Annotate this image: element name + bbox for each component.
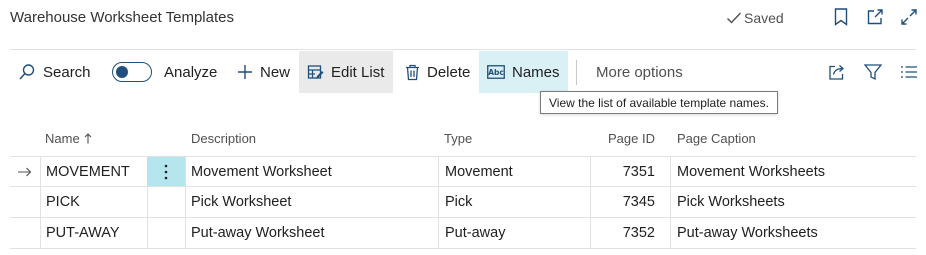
cell-description[interactable]: Movement Worksheet [191, 157, 332, 186]
cell-page-caption[interactable]: Movement Worksheets [677, 157, 825, 186]
edit-list-label: Edit List [331, 63, 385, 81]
table-row[interactable]: PICK Pick Worksheet Pick 7345 Pick Works… [10, 187, 916, 218]
cell-name[interactable]: MOVEMENT [46, 157, 130, 186]
column-name-label: Name [45, 131, 80, 146]
bookmark-icon[interactable] [832, 7, 850, 27]
table-row[interactable]: PUT-AWAY Put-away Worksheet Put-away 735… [10, 218, 916, 249]
edit-list-icon [307, 64, 324, 79]
cell-name[interactable]: PICK [46, 187, 80, 217]
row-actions-button[interactable] [147, 157, 185, 186]
names-button[interactable]: Abc Names [479, 51, 568, 93]
cell-page-caption[interactable]: Pick Worksheets [677, 187, 785, 217]
open-in-new-window-icon[interactable] [866, 7, 884, 27]
new-label: New [260, 63, 291, 81]
analyze-label: Analyze [164, 63, 218, 81]
analyze-toggle[interactable]: Analyze [104, 51, 225, 93]
saved-status: Saved [726, 10, 784, 26]
cell-page-id[interactable]: 7352 [590, 218, 655, 248]
column-header-type[interactable]: Type [444, 131, 472, 146]
cell-page-caption[interactable]: Put-away Worksheets [677, 218, 818, 248]
checkmark-icon [727, 12, 742, 24]
expand-icon[interactable] [900, 7, 918, 27]
more-options-button[interactable]: More options [588, 51, 691, 93]
saved-label: Saved [744, 10, 784, 26]
column-header-description[interactable]: Description [191, 131, 256, 146]
table-row[interactable]: MOVEMENT Movement Worksheet Movement 735… [10, 156, 916, 187]
new-button[interactable]: New [229, 51, 298, 93]
column-header-name[interactable]: Name [45, 131, 92, 146]
delete-button[interactable]: Delete [397, 51, 478, 93]
more-options-label: More options [596, 63, 683, 81]
arrow-right-icon [18, 167, 32, 176]
trash-icon [406, 64, 419, 80]
list-view-icon[interactable] [900, 63, 918, 81]
cell-description[interactable]: Pick Worksheet [191, 187, 291, 217]
sort-ascending-icon [84, 133, 92, 144]
search-label: Search [43, 63, 91, 81]
action-bar: Search Analyze New Edit List Delete Abc … [8, 51, 918, 93]
header-divider [10, 49, 916, 50]
cell-page-id[interactable]: 7345 [590, 187, 655, 217]
cell-type[interactable]: Pick [445, 187, 472, 217]
names-label: Names [512, 63, 560, 81]
row-indicator [18, 157, 32, 186]
search-icon [19, 64, 35, 80]
more-vertical-icon [164, 164, 168, 179]
cell-type[interactable]: Movement [445, 157, 513, 186]
analyze-switch[interactable] [112, 62, 152, 82]
svg-text:Abc: Abc [488, 68, 504, 77]
share-icon[interactable] [828, 63, 846, 81]
filter-icon[interactable] [864, 63, 882, 81]
edit-list-button[interactable]: Edit List [299, 51, 393, 93]
search-button[interactable]: Search [10, 51, 99, 93]
page-title: Warehouse Worksheet Templates [10, 9, 234, 26]
delete-label: Delete [427, 63, 471, 81]
cell-type[interactable]: Put-away [445, 218, 505, 248]
names-tooltip: View the list of available template name… [540, 91, 778, 114]
cell-page-id[interactable]: 7351 [590, 157, 655, 186]
cell-name[interactable]: PUT-AWAY [46, 218, 120, 248]
column-header-page-id[interactable]: Page ID [608, 131, 655, 146]
toolbar-separator [576, 60, 577, 85]
abc-icon: Abc [487, 65, 505, 79]
templates-table: MOVEMENT Movement Worksheet Movement 735… [10, 156, 916, 249]
column-header-page-caption[interactable]: Page Caption [677, 131, 756, 146]
cell-description[interactable]: Put-away Worksheet [191, 218, 325, 248]
plus-icon [238, 65, 252, 79]
